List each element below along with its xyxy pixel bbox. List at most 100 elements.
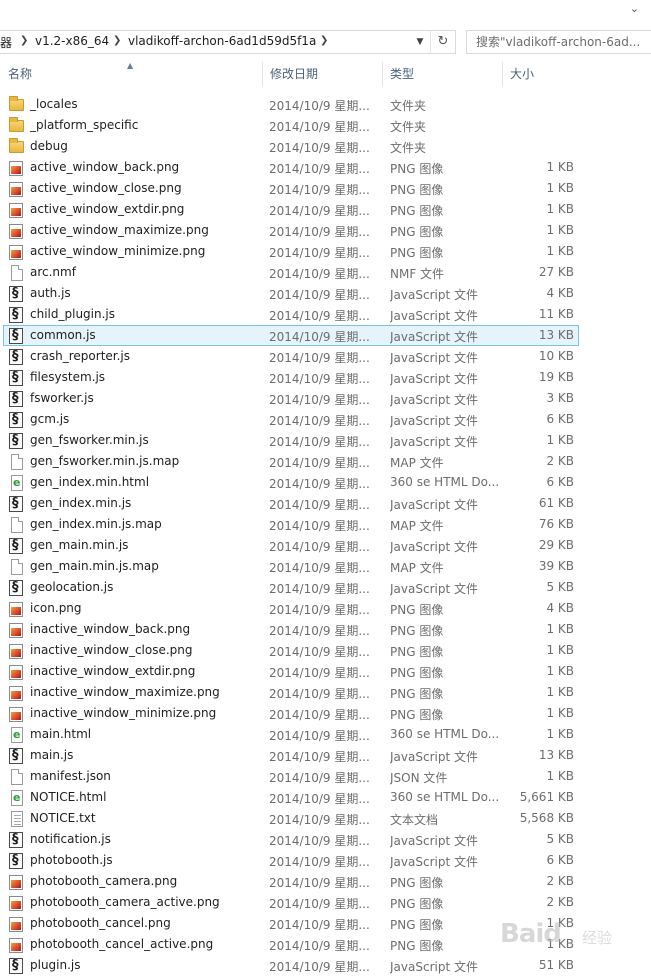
file-row[interactable]: gen_index.min.js 2014/10/9 星期... JavaScrip… <box>3 493 579 514</box>
file-row[interactable]: inactive_window_maximize.png 2014/10/9 星期… <box>3 682 579 703</box>
file-date: 2014/10/9 星期... <box>269 204 370 218</box>
file-date: 2014/10/9 星期... <box>269 435 370 449</box>
file-row[interactable]: geolocation.js 2014/10/9 星期... JavaScript … <box>3 577 579 598</box>
file-row[interactable]: NOTICE.html 2014/10/9 星期... 360 se HTML Do… <box>3 787 579 808</box>
file-row[interactable]: gen_index.min.html 2014/10/9 星期... 360 se … <box>3 472 579 493</box>
file-row[interactable]: gcm.js 2014/10/9 星期... JavaScript 文件 6 KB <box>3 409 579 430</box>
file-row[interactable]: gen_fsworker.min.js 2014/10/9 星期... JavaSc… <box>3 430 579 451</box>
refresh-icon[interactable]: ↻ <box>430 31 455 53</box>
file-type: JavaScript 文件 <box>390 750 478 764</box>
file-row[interactable]: inactive_window_back.png 2014/10/9 星期... P… <box>3 619 579 640</box>
file-row[interactable]: notification.js 2014/10/9 星期... JavaScript… <box>3 829 579 850</box>
file-row[interactable]: auth.js 2014/10/9 星期... JavaScript 文件 4 KB <box>3 283 579 304</box>
file-row[interactable]: gen_main.min.js.map 2014/10/9 星期... MAP 文件… <box>3 556 579 577</box>
file-date: 2014/10/9 星期... <box>269 519 370 533</box>
breadcrumb-item[interactable]: 器 <box>0 34 12 51</box>
file-row[interactable]: debug 2014/10/9 星期... 文件夹 <box>3 136 579 157</box>
file-row[interactable]: gen_fsworker.min.js.map 2014/10/9 星期... MA… <box>3 451 579 472</box>
breadcrumb-item[interactable]: vladikoff-archon-6ad1d59d5f1a <box>128 34 316 48</box>
file-row[interactable]: active_window_back.png 2014/10/9 星期... PNG… <box>3 157 579 178</box>
png-image-icon <box>9 623 23 638</box>
file-date: 2014/10/9 星期... <box>269 246 370 260</box>
file-row[interactable]: gen_main.min.js 2014/10/9 星期... JavaScript… <box>3 535 579 556</box>
file-name: manifest.json <box>30 769 111 783</box>
file-row[interactable]: fsworker.js 2014/10/9 星期... JavaScript 文件 3… <box>3 388 579 409</box>
file-type: 360 se HTML Do... <box>390 790 500 804</box>
file-row[interactable]: main.js 2014/10/9 星期... JavaScript 文件 13 KB <box>3 745 579 766</box>
file-row[interactable]: icon.png 2014/10/9 星期... PNG 图像 4 KB <box>3 598 579 619</box>
file-date: 2014/10/9 星期... <box>269 162 370 176</box>
chevron-right-icon[interactable]: ❯ <box>20 35 28 46</box>
generic-file-icon <box>11 265 23 281</box>
file-row[interactable]: photobooth_camera.png 2014/10/9 星期... PNG … <box>3 871 579 892</box>
chevron-right-icon[interactable]: ❯ <box>320 35 328 46</box>
file-row[interactable]: inactive_window_extdir.png 2014/10/9 星期..… <box>3 661 579 682</box>
file-row[interactable]: _platform_specific 2014/10/9 星期... 文件夹 <box>3 115 579 136</box>
file-row[interactable]: photobooth_cancel.png 2014/10/9 星期... PNG … <box>3 913 579 934</box>
column-headers: ▲ 名称 修改日期 类型 大小 <box>0 60 651 88</box>
file-type: 文件夹 <box>390 120 427 134</box>
file-row[interactable]: inactive_window_close.png 2014/10/9 星期...… <box>3 640 579 661</box>
file-row[interactable]: _locales 2014/10/9 星期... 文件夹 <box>3 94 579 115</box>
breadcrumb-item[interactable]: v1.2-x86_64 <box>35 34 109 48</box>
file-row[interactable]: NOTICE.txt 2014/10/9 星期... 文本文档 5,568 KB <box>3 808 579 829</box>
address-bar[interactable]: 器 ❯ v1.2-x86_64 ❯ vladikoff-archon-6ad1d… <box>0 30 456 54</box>
file-row[interactable]: inactive_window_minimize.png 2014/10/9 星期… <box>3 703 579 724</box>
file-row[interactable]: arc.nmf 2014/10/9 星期... NMF 文件 27 KB <box>3 262 579 283</box>
file-size: 5,568 KB <box>519 811 574 825</box>
file-size: 6 KB <box>546 412 574 426</box>
file-name: gen_index.min.js.map <box>30 517 162 531</box>
file-row[interactable]: child_plugin.js 2014/10/9 星期... JavaScript… <box>3 304 579 325</box>
file-row[interactable]: active_window_minimize.png 2014/10/9 星期..… <box>3 241 579 262</box>
file-date: 2014/10/9 星期... <box>269 309 370 323</box>
column-header-size[interactable]: 大小 <box>502 60 580 88</box>
file-type: MAP 文件 <box>390 456 444 470</box>
png-image-icon <box>9 602 23 617</box>
search-box[interactable] <box>466 30 651 54</box>
file-size: 1 KB <box>546 706 574 720</box>
file-row[interactable]: filesystem.js 2014/10/9 星期... JavaScript 文… <box>3 367 579 388</box>
file-type: JavaScript 文件 <box>390 960 478 974</box>
file-row[interactable]: active_window_close.png 2014/10/9 星期... PN… <box>3 178 579 199</box>
file-row[interactable]: common.js 2014/10/9 星期... JavaScript 文件 13 … <box>3 325 579 346</box>
file-name: inactive_window_back.png <box>30 622 191 636</box>
generic-file-icon <box>11 517 23 533</box>
file-row[interactable]: active_window_extdir.png 2014/10/9 星期... P… <box>3 199 579 220</box>
file-row[interactable]: main.html 2014/10/9 星期... 360 se HTML Do..… <box>3 724 579 745</box>
file-row[interactable]: photobooth_camera_active.png 2014/10/9 星期… <box>3 892 579 913</box>
file-size: 1 KB <box>546 622 574 636</box>
file-type: PNG 图像 <box>390 897 444 911</box>
file-type: JavaScript 文件 <box>390 435 478 449</box>
file-name: gen_fsworker.min.js.map <box>30 454 180 468</box>
file-date: 2014/10/9 星期... <box>269 729 370 743</box>
file-name: main.html <box>30 727 92 741</box>
file-type: 文本文档 <box>390 813 439 827</box>
chevron-down-icon[interactable]: ▼ <box>410 31 430 53</box>
file-row[interactable]: manifest.json 2014/10/9 星期... JSON 文件 1 KB <box>3 766 579 787</box>
file-row[interactable]: crash_reporter.js 2014/10/9 星期... JavaScri… <box>3 346 579 367</box>
file-row[interactable]: gen_index.min.js.map 2014/10/9 星期... MAP 文… <box>3 514 579 535</box>
file-date: 2014/10/9 星期... <box>269 687 370 701</box>
file-size: 6 KB <box>546 853 574 867</box>
generic-file-icon <box>11 769 23 785</box>
file-name: plugin.js <box>30 958 81 972</box>
file-size: 6 KB <box>546 475 574 489</box>
column-header-date[interactable]: 修改日期 <box>262 60 382 88</box>
file-row[interactable]: plugin.js 2014/10/9 星期... JavaScript 文件 51 … <box>3 955 579 976</box>
search-input[interactable] <box>467 31 651 53</box>
png-image-icon <box>9 875 23 890</box>
file-type: JSON 文件 <box>390 771 448 785</box>
file-size: 1 KB <box>546 769 574 783</box>
generic-file-icon <box>11 559 23 575</box>
file-row[interactable]: active_window_maximize.png 2014/10/9 星期..… <box>3 220 579 241</box>
file-row[interactable]: photobooth.js 2014/10/9 星期... JavaScript 文… <box>3 850 579 871</box>
chevron-down-icon[interactable]: ⌄ <box>630 2 639 15</box>
file-type: JavaScript 文件 <box>390 393 478 407</box>
file-name: gen_main.min.js.map <box>30 559 159 573</box>
file-type: 文件夹 <box>390 99 427 113</box>
file-date: 2014/10/9 星期... <box>269 477 370 491</box>
column-header-type[interactable]: 类型 <box>382 60 502 88</box>
chevron-right-icon[interactable]: ❯ <box>113 35 121 46</box>
column-header-name[interactable]: 名称 <box>0 60 262 88</box>
file-row[interactable]: photobooth_cancel_active.png 2014/10/9 星期… <box>3 934 579 955</box>
